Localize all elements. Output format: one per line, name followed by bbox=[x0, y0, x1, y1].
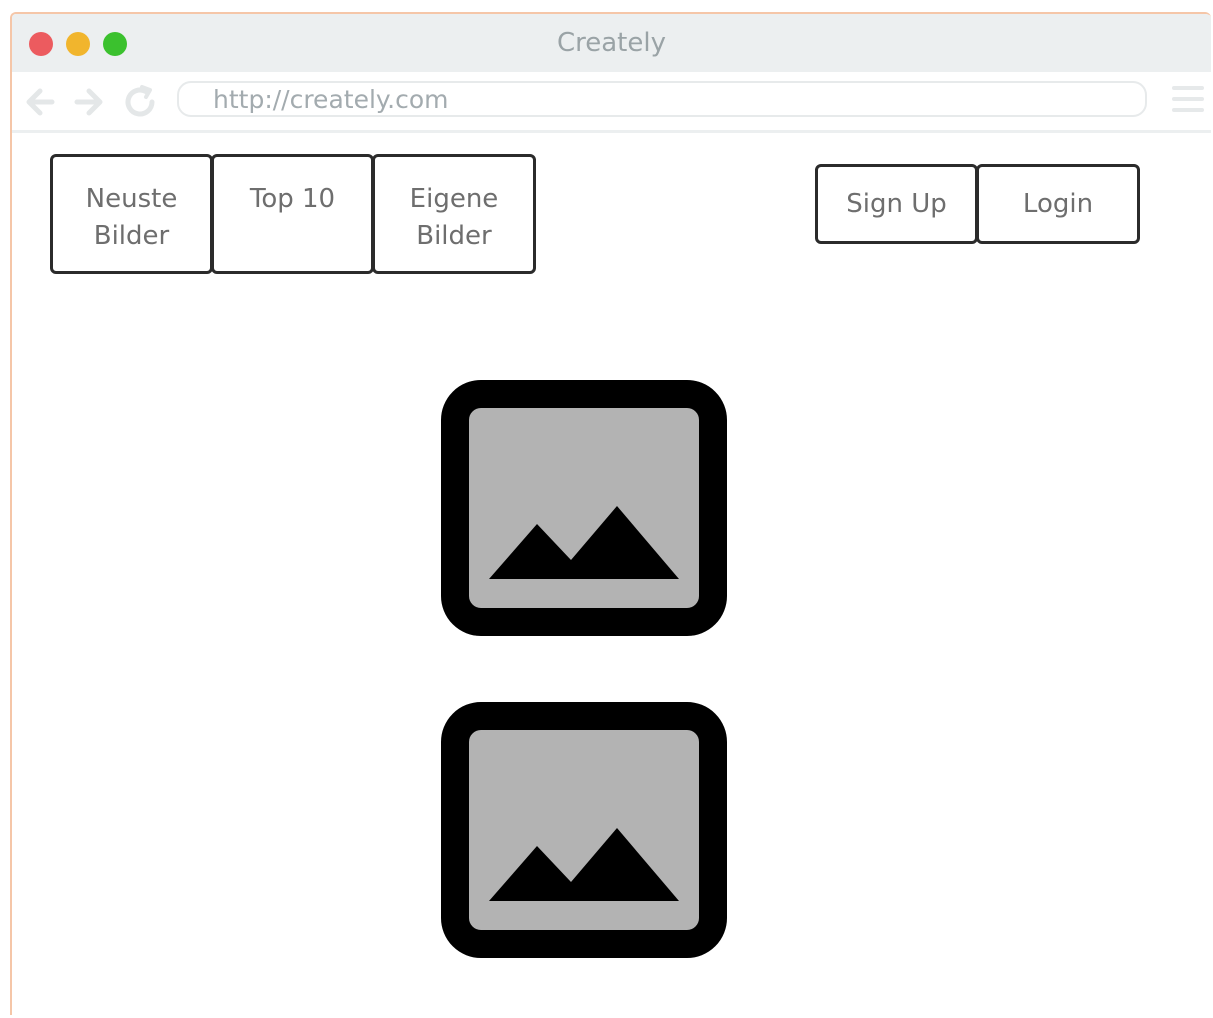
image-placeholder-icon bbox=[441, 380, 727, 636]
address-bar-input[interactable] bbox=[177, 81, 1147, 117]
nav-button-neuste-bilder[interactable]: Neuste Bilder bbox=[50, 154, 213, 274]
arrow-right-icon[interactable] bbox=[69, 82, 109, 122]
nav-button-label-line1: Top 10 bbox=[249, 184, 336, 214]
nav-button-label-line2: Bilder bbox=[93, 221, 170, 251]
nav-button-label-line2: Bilder bbox=[416, 221, 492, 251]
nav-button-label-line1: Neuste bbox=[85, 184, 178, 214]
nav-button-eigene-bilder[interactable]: Eigene Bilder bbox=[372, 154, 536, 274]
nav-button-top-10[interactable]: Top 10 bbox=[211, 154, 374, 274]
title-bar: Creately bbox=[12, 14, 1211, 72]
arrow-left-icon[interactable] bbox=[22, 82, 62, 122]
image-placeholder-icon bbox=[441, 702, 727, 958]
nav-button-label-line1: Eigene bbox=[409, 184, 499, 214]
reload-icon[interactable] bbox=[120, 82, 160, 122]
window-title: Creately bbox=[556, 28, 666, 58]
login-button[interactable]: Login bbox=[976, 164, 1140, 244]
hamburger-menu-icon[interactable] bbox=[1172, 86, 1204, 116]
sign-up-button[interactable]: Sign Up bbox=[815, 164, 978, 244]
browser-toolbar bbox=[12, 72, 1211, 133]
browser-window: Creately Neuste Bilder Top 10 Eigene Bil… bbox=[10, 12, 1211, 1015]
